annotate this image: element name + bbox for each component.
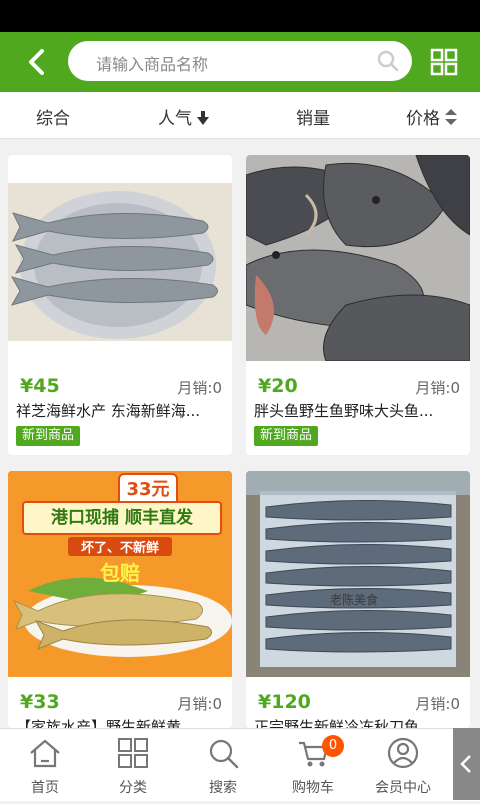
tab-member[interactable]: 会员中心 bbox=[358, 729, 448, 801]
chevron-left-icon bbox=[460, 755, 471, 773]
user-icon bbox=[387, 737, 419, 769]
product-card[interactable]: ¥45 月销:0 祥芝海鲜水产 东海新鲜海... 新到商品 bbox=[8, 155, 232, 455]
tab-cart[interactable]: 购物车 bbox=[268, 729, 358, 801]
back-arrow-icon[interactable] bbox=[22, 46, 54, 78]
search-input[interactable]: 请输入商品名称 bbox=[68, 41, 412, 81]
category-grid-icon bbox=[118, 738, 148, 768]
search-icon bbox=[209, 739, 239, 769]
product-price: ¥45 bbox=[20, 375, 60, 397]
product-image bbox=[246, 471, 470, 677]
search-icon[interactable] bbox=[376, 49, 400, 73]
product-price: ¥20 bbox=[258, 375, 298, 397]
promo-guarantee: 包赔 bbox=[100, 561, 140, 585]
sort-price[interactable]: 价格 bbox=[406, 104, 458, 129]
tab-member-label: 会员中心 bbox=[375, 780, 431, 796]
tab-search[interactable]: 搜索 bbox=[178, 729, 268, 801]
monthly-sales: 月销:0 bbox=[415, 695, 460, 713]
tab-search-label: 搜索 bbox=[209, 780, 237, 796]
status-bar bbox=[0, 0, 480, 32]
sort-bar: 综合 人气 销量 价格 bbox=[0, 92, 480, 139]
product-title: 祥芝海鲜水产 东海新鲜海... bbox=[16, 402, 201, 420]
sort-price-label: 价格 bbox=[406, 109, 440, 129]
product-title: 正宗野生新鲜冷冻秋刀鱼... bbox=[254, 718, 434, 728]
new-arrival-badge: 新到商品 bbox=[254, 426, 319, 446]
product-price: ¥33 bbox=[20, 691, 60, 713]
cart-count-badge: 0 bbox=[322, 735, 344, 757]
new-arrival-badge: 新到商品 bbox=[16, 426, 81, 446]
product-image: 33元 港口现捕 顺丰直发 坏了、不新鲜 包赔 bbox=[8, 471, 232, 677]
arrow-down-icon bbox=[197, 111, 210, 125]
product-card[interactable]: ¥20 月销:0 胖头鱼野生鱼野味大头鱼... 新到商品 bbox=[246, 155, 470, 455]
sort-default[interactable]: 综合 bbox=[36, 104, 70, 129]
watermark: 老陈美食 bbox=[330, 593, 379, 607]
home-icon bbox=[30, 739, 60, 768]
tab-category[interactable]: 分类 bbox=[88, 729, 178, 801]
side-collapse-button[interactable] bbox=[453, 728, 480, 800]
monthly-sales: 月销:0 bbox=[177, 379, 222, 397]
sort-popularity[interactable]: 人气 bbox=[158, 104, 210, 129]
monthly-sales: 月销:0 bbox=[415, 379, 460, 397]
grid-view-icon[interactable] bbox=[430, 48, 458, 76]
header-bar: 请输入商品名称 bbox=[0, 32, 480, 92]
sort-sales[interactable]: 销量 bbox=[296, 104, 330, 129]
product-title: 胖头鱼野生鱼野味大头鱼... bbox=[254, 402, 434, 420]
tab-home-label: 首页 bbox=[31, 780, 59, 796]
product-card[interactable]: 老陈美食 ¥120 月销:0 正宗野生新鲜冷冻秋刀鱼... bbox=[246, 471, 470, 728]
promo-sub: 坏了、不新鲜 bbox=[68, 537, 172, 556]
tab-home[interactable]: 首页 bbox=[0, 729, 90, 801]
product-card[interactable]: 33元 港口现捕 顺丰直发 坏了、不新鲜 包赔 ¥33 月销:0 【家族水产】野… bbox=[8, 471, 232, 728]
sort-updown-icon bbox=[445, 109, 458, 125]
tab-cart-label: 购物车 bbox=[292, 780, 334, 796]
search-placeholder: 请输入商品名称 bbox=[96, 55, 209, 74]
product-title: 【家族水产】野生新鲜黄... bbox=[16, 718, 196, 728]
product-image bbox=[246, 155, 470, 361]
promo-headline: 港口现捕 顺丰直发 bbox=[22, 501, 222, 535]
product-price: ¥120 bbox=[258, 691, 311, 713]
product-image bbox=[8, 183, 232, 341]
monthly-sales: 月销:0 bbox=[177, 695, 222, 713]
tab-category-label: 分类 bbox=[119, 780, 147, 796]
bottom-tab-bar: 首页 分类 搜索 购物车 0 会员中心 bbox=[0, 728, 480, 801]
sort-popularity-label: 人气 bbox=[158, 109, 192, 129]
